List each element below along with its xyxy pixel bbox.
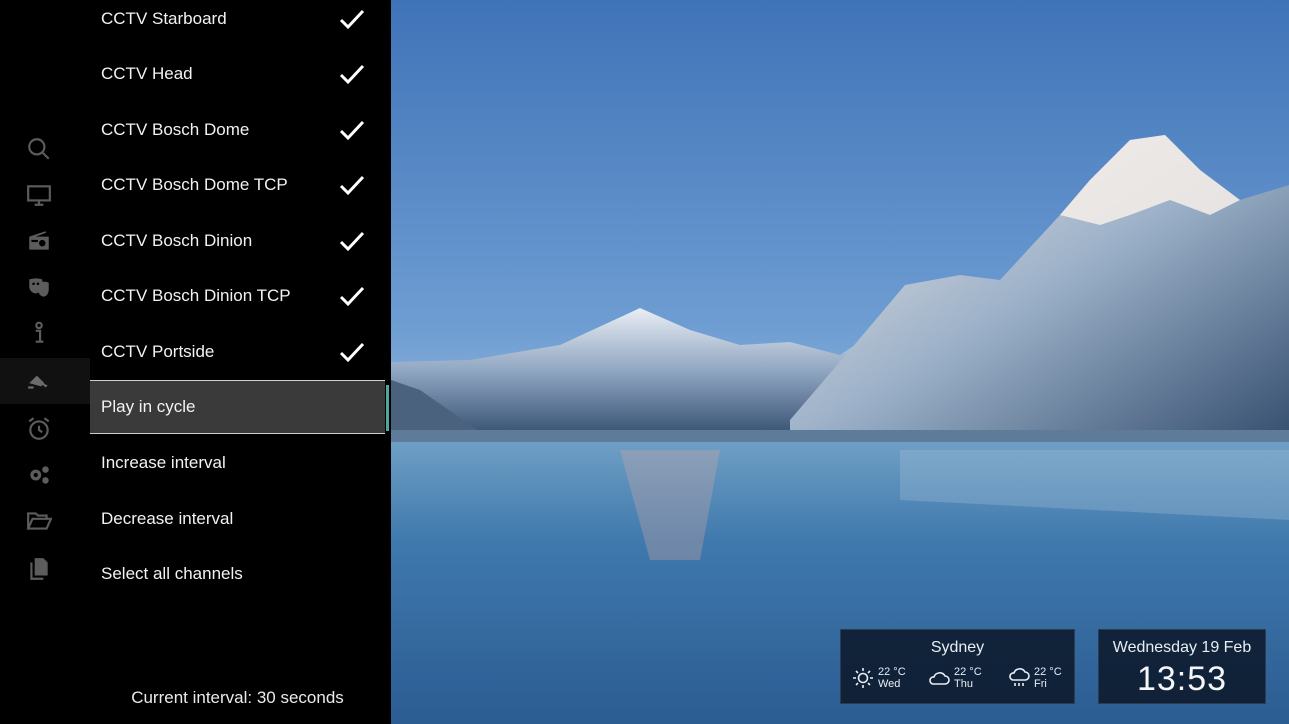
channel-item[interactable]: CCTV Bosch Dinion <box>90 214 385 268</box>
play-in-cycle-label: Play in cycle <box>101 397 196 416</box>
channel-item[interactable]: CCTV Bosch Dome <box>90 103 385 157</box>
copy-icon[interactable] <box>22 552 56 586</box>
weather-day-name: Wed <box>878 678 901 690</box>
increase-interval-item[interactable]: Increase interval <box>90 436 385 490</box>
checkmark-icon <box>339 9 365 30</box>
channel-item[interactable]: CCTV Portside <box>90 325 385 379</box>
channel-label: CCTV Bosch Dome <box>101 120 250 139</box>
info-icon[interactable] <box>22 316 56 350</box>
decrease-interval-label: Decrease interval <box>101 509 234 528</box>
increase-interval-label: Increase interval <box>101 453 226 472</box>
clock-date: Wednesday 19 Feb <box>1112 639 1252 656</box>
channel-label: CCTV Head <box>101 64 193 83</box>
selection-indicator <box>386 385 389 431</box>
channel-label: CCTV Bosch Dome TCP <box>101 175 288 194</box>
satellite-dish-icon[interactable] <box>22 364 56 398</box>
weather-day-name: Thu <box>954 678 973 690</box>
checkmark-icon <box>339 286 365 307</box>
clock-widget: Wednesday 19 Feb 13:53 <box>1098 629 1266 704</box>
tv-icon[interactable] <box>22 178 56 212</box>
weather-city: Sydney <box>930 639 985 656</box>
select-all-channels-label: Select all channels <box>101 564 243 583</box>
select-all-channels-item[interactable]: Select all channels <box>90 547 385 601</box>
cloudy-icon <box>929 672 950 685</box>
theater-masks-icon[interactable] <box>22 270 56 304</box>
weather-temp: 22 °C <box>1034 666 1062 678</box>
weather-widget: Sydney 22 °C Wed 22 °C Thu 22 °C Fri <box>840 629 1075 704</box>
side-panel: CCTV Starboard CCTV Head CCTV Bosch Dome… <box>0 0 391 724</box>
checkmark-icon <box>339 64 365 85</box>
channel-label: CCTV Portside <box>101 342 215 361</box>
nav-rail <box>0 0 90 724</box>
search-icon[interactable] <box>22 132 56 166</box>
alarm-clock-icon[interactable] <box>22 412 56 446</box>
checkmark-icon <box>339 175 365 196</box>
channel-item[interactable]: CCTV Bosch Dinion TCP <box>90 269 385 323</box>
checkmark-icon <box>339 120 365 141</box>
play-in-cycle-item[interactable]: Play in cycle <box>90 380 389 434</box>
decrease-interval-item[interactable]: Decrease interval <box>90 492 385 546</box>
checkmark-icon <box>339 231 365 252</box>
channel-item[interactable]: CCTV Head <box>90 47 385 101</box>
channel-label: CCTV Starboard <box>101 9 227 28</box>
current-interval-text: Current interval: 30 seconds <box>131 688 344 707</box>
folder-open-icon[interactable] <box>22 504 56 538</box>
settings-gears-icon[interactable] <box>22 458 56 492</box>
sunny-icon <box>853 668 873 688</box>
weather-day-name: Fri <box>1034 678 1047 690</box>
weather-temp: 22 °C <box>954 666 982 678</box>
checkmark-icon <box>339 342 365 363</box>
channel-label: CCTV Bosch Dinion <box>101 231 253 250</box>
channel-item[interactable]: CCTV Starboard <box>90 0 385 46</box>
weather-day: 22 °C Fri <box>1007 666 1062 690</box>
channel-label: CCTV Bosch Dinion TCP <box>101 286 291 305</box>
channel-item[interactable]: CCTV Bosch Dome TCP <box>90 158 385 212</box>
weather-temp: 22 °C <box>878 666 906 678</box>
weather-day: 22 °C Thu <box>927 666 982 690</box>
clock-time: 13:53 <box>1136 660 1228 698</box>
weather-day: 22 °C Wed <box>851 666 906 690</box>
rain-icon <box>1009 668 1030 686</box>
radio-icon[interactable] <box>22 224 56 258</box>
